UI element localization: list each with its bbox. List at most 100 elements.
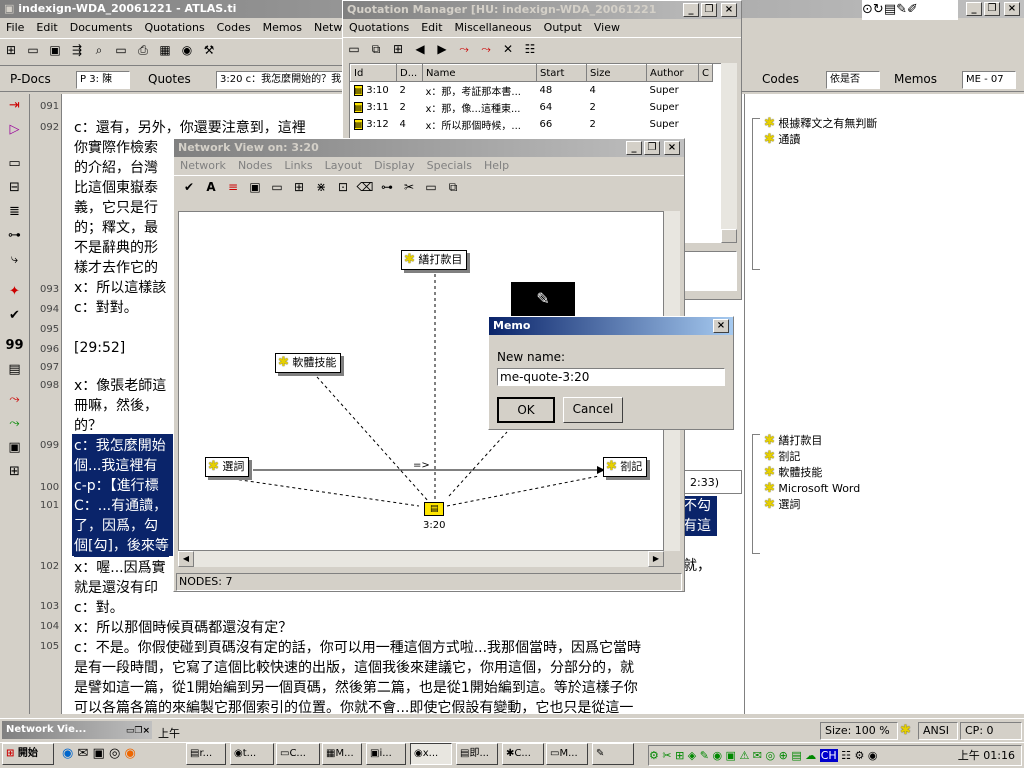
nv-menu-help[interactable]: Help [478, 159, 515, 172]
frame-icon[interactable]: ▣ [0, 436, 29, 460]
link-icon[interactable]: ⤷ [0, 248, 29, 272]
nv-menu-nodes[interactable]: Nodes [232, 159, 278, 172]
qm-col-doc[interactable]: D... [396, 64, 423, 82]
qm-delete-icon[interactable]: ✕ [499, 40, 517, 58]
taskbar-item[interactable]: ◉x... [410, 743, 452, 765]
nv-image-icon[interactable]: ▣ [246, 178, 264, 196]
nv-menu-layout[interactable]: Layout [319, 159, 368, 172]
firefox-icon[interactable]: ◉ [124, 746, 135, 761]
network-icon[interactable]: ⊞ [2, 41, 20, 59]
link-green-icon[interactable]: ⤳ [0, 412, 29, 436]
table-row[interactable]: ▤ 3:10 2 x：那，考証那本書... 48 4 Super [351, 82, 713, 99]
qm-network-icon[interactable]: ⊞ [389, 40, 407, 58]
list-icon[interactable]: ≣ [0, 200, 29, 224]
mail-icon[interactable]: ✉ [77, 746, 88, 761]
taskbar-item[interactable]: ▤r... [186, 743, 226, 765]
folder-icon[interactable]: ▤ [884, 2, 896, 17]
menu-edit[interactable]: Edit [30, 21, 63, 34]
memo-icon[interactable]: ▤ [0, 358, 29, 382]
tray-more-icons[interactable]: ☷ ⚙ ◉ [841, 749, 877, 762]
nv-menu-display[interactable]: Display [368, 159, 421, 172]
tag-icon[interactable]: ✦ [0, 280, 29, 304]
quotes-select[interactable]: 3:20 c：我怎麼開始的？我 [216, 71, 344, 89]
minimize-button[interactable]: _ [966, 2, 982, 16]
open-icon[interactable]: ▭ [24, 41, 42, 59]
binoculars-icon[interactable]: ⌕ [90, 41, 108, 59]
qm-menu-quotations[interactable]: Quotations [343, 21, 415, 34]
node-word-selection[interactable]: ✱ 選詞 [205, 457, 250, 477]
check-icon[interactable]: ✔ [0, 304, 29, 328]
tray-lang[interactable]: CH [819, 749, 838, 762]
margin-code[interactable]: ✱ 劄記 [764, 449, 860, 465]
qm-prev-icon[interactable]: ◀ [411, 40, 429, 58]
nv-title-bar[interactable]: Network View on: 3:20 _ ❐ × [174, 139, 684, 157]
node-notes[interactable]: ✱ 劄記 [603, 457, 648, 477]
nv-nodes-icon[interactable]: ⧉ [444, 178, 462, 196]
start-button[interactable]: ⊞ 開始 [2, 743, 54, 765]
qm-title-bar[interactable]: Quotation Manager [HU: indexign-WDA_2006… [343, 1, 741, 19]
qm-minimize-button[interactable]: _ [683, 3, 699, 17]
ie-icon[interactable]: ◉ [62, 746, 73, 761]
globe-icon[interactable]: ⊙ [862, 2, 873, 17]
nv-color-icon[interactable]: ≡ [224, 178, 242, 196]
qm-scroll-thumb[interactable] [721, 229, 737, 243]
qm-col-author[interactable]: Author [646, 64, 699, 82]
nv-connect-icon[interactable]: ⊶ [378, 178, 396, 196]
qm-menu-view[interactable]: View [588, 21, 626, 34]
menu-memos[interactable]: Memos [257, 21, 308, 34]
taskbar-item[interactable]: ◉t... [230, 743, 274, 765]
margin-code[interactable]: ✱ Microsoft Word [764, 481, 860, 497]
note-icon[interactable]: ✎ [896, 2, 907, 17]
hammer-icon[interactable]: ⚒ [200, 41, 218, 59]
nv-spread-icon[interactable]: ⋇ [312, 178, 330, 196]
clock[interactable]: 上午 01:16 [958, 746, 1015, 765]
node-quote-3-20[interactable]: ▤ 3:20 [423, 502, 445, 531]
nv-restore-button[interactable]: ❐ [644, 141, 660, 155]
menu-file[interactable]: File [0, 21, 30, 34]
node-typing-entries[interactable]: ✱ 繕打款目 [401, 250, 468, 270]
qm-col-name[interactable]: Name [422, 64, 537, 82]
memo-name-input[interactable] [497, 368, 725, 386]
qm-list-icon[interactable]: ☷ [521, 40, 539, 58]
margin-code[interactable]: ✱ 軟體技能 [764, 465, 860, 481]
menu-codes[interactable]: Codes [211, 21, 257, 34]
nv-check-icon[interactable]: ✔ [180, 178, 198, 196]
taskbar-item[interactable]: ▦M... [322, 743, 362, 765]
arrow-right-icon[interactable]: ▷ [0, 118, 29, 142]
memos-select[interactable]: ME - 07 [962, 71, 1016, 89]
node-software-skills[interactable]: ✱ 軟體技能 [275, 353, 342, 373]
network-icon[interactable]: ⊞ [0, 460, 29, 484]
qm-copy-icon[interactable]: ⧉ [367, 40, 385, 58]
qm-menu-miscellaneous[interactable]: Miscellaneous [449, 21, 538, 34]
media-icon[interactable]: ◎ [109, 746, 120, 761]
margin-code[interactable]: ✱ 根據釋文之有無判斷 [764, 116, 877, 132]
codes-select[interactable]: 依是否 [826, 71, 880, 89]
taskbar-item[interactable]: ▭C... [276, 743, 320, 765]
margin-code[interactable]: ✱ 繕打款目 [764, 433, 860, 449]
code-tree-icon[interactable]: ⇶ [68, 41, 86, 59]
margin-code[interactable]: ✱ 選詞 [764, 497, 860, 513]
app-icon[interactable]: ▣ [93, 746, 105, 761]
quote-icon[interactable]: 99 [0, 334, 29, 358]
minimized-network-view[interactable]: Network Vie... ▭❐× [2, 721, 152, 739]
taskbar-item[interactable]: ✎ [592, 743, 634, 765]
nv-menu-specials[interactable]: Specials [421, 159, 478, 172]
qm-col-c[interactable]: C [698, 64, 713, 82]
qm-col-id[interactable]: Id [350, 64, 397, 82]
taskbar-item[interactable]: ✱C... [502, 743, 544, 765]
qm-link-icon[interactable]: ⤳ [455, 40, 473, 58]
folder-icon[interactable]: ▭ [112, 41, 130, 59]
nv-cut-icon[interactable]: ✂ [400, 178, 418, 196]
tool-icon[interactable]: ✐ [907, 2, 918, 17]
qm-menu-edit[interactable]: Edit [415, 21, 448, 34]
qm-next-icon[interactable]: ▶ [433, 40, 451, 58]
globe-icon[interactable]: ◉ [178, 41, 196, 59]
cancel-button[interactable]: Cancel [563, 397, 623, 423]
menu-quotations[interactable]: Quotations [138, 21, 210, 34]
nv-layout-icon[interactable]: ⊞ [290, 178, 308, 196]
qm-new-icon[interactable]: ▭ [345, 40, 363, 58]
nv-font-icon[interactable]: A [202, 178, 220, 196]
nv-group-icon[interactable]: ⊡ [334, 178, 352, 196]
arrow-icon[interactable]: ⇥ [0, 94, 29, 118]
print-icon[interactable]: ⎙ [134, 41, 152, 59]
